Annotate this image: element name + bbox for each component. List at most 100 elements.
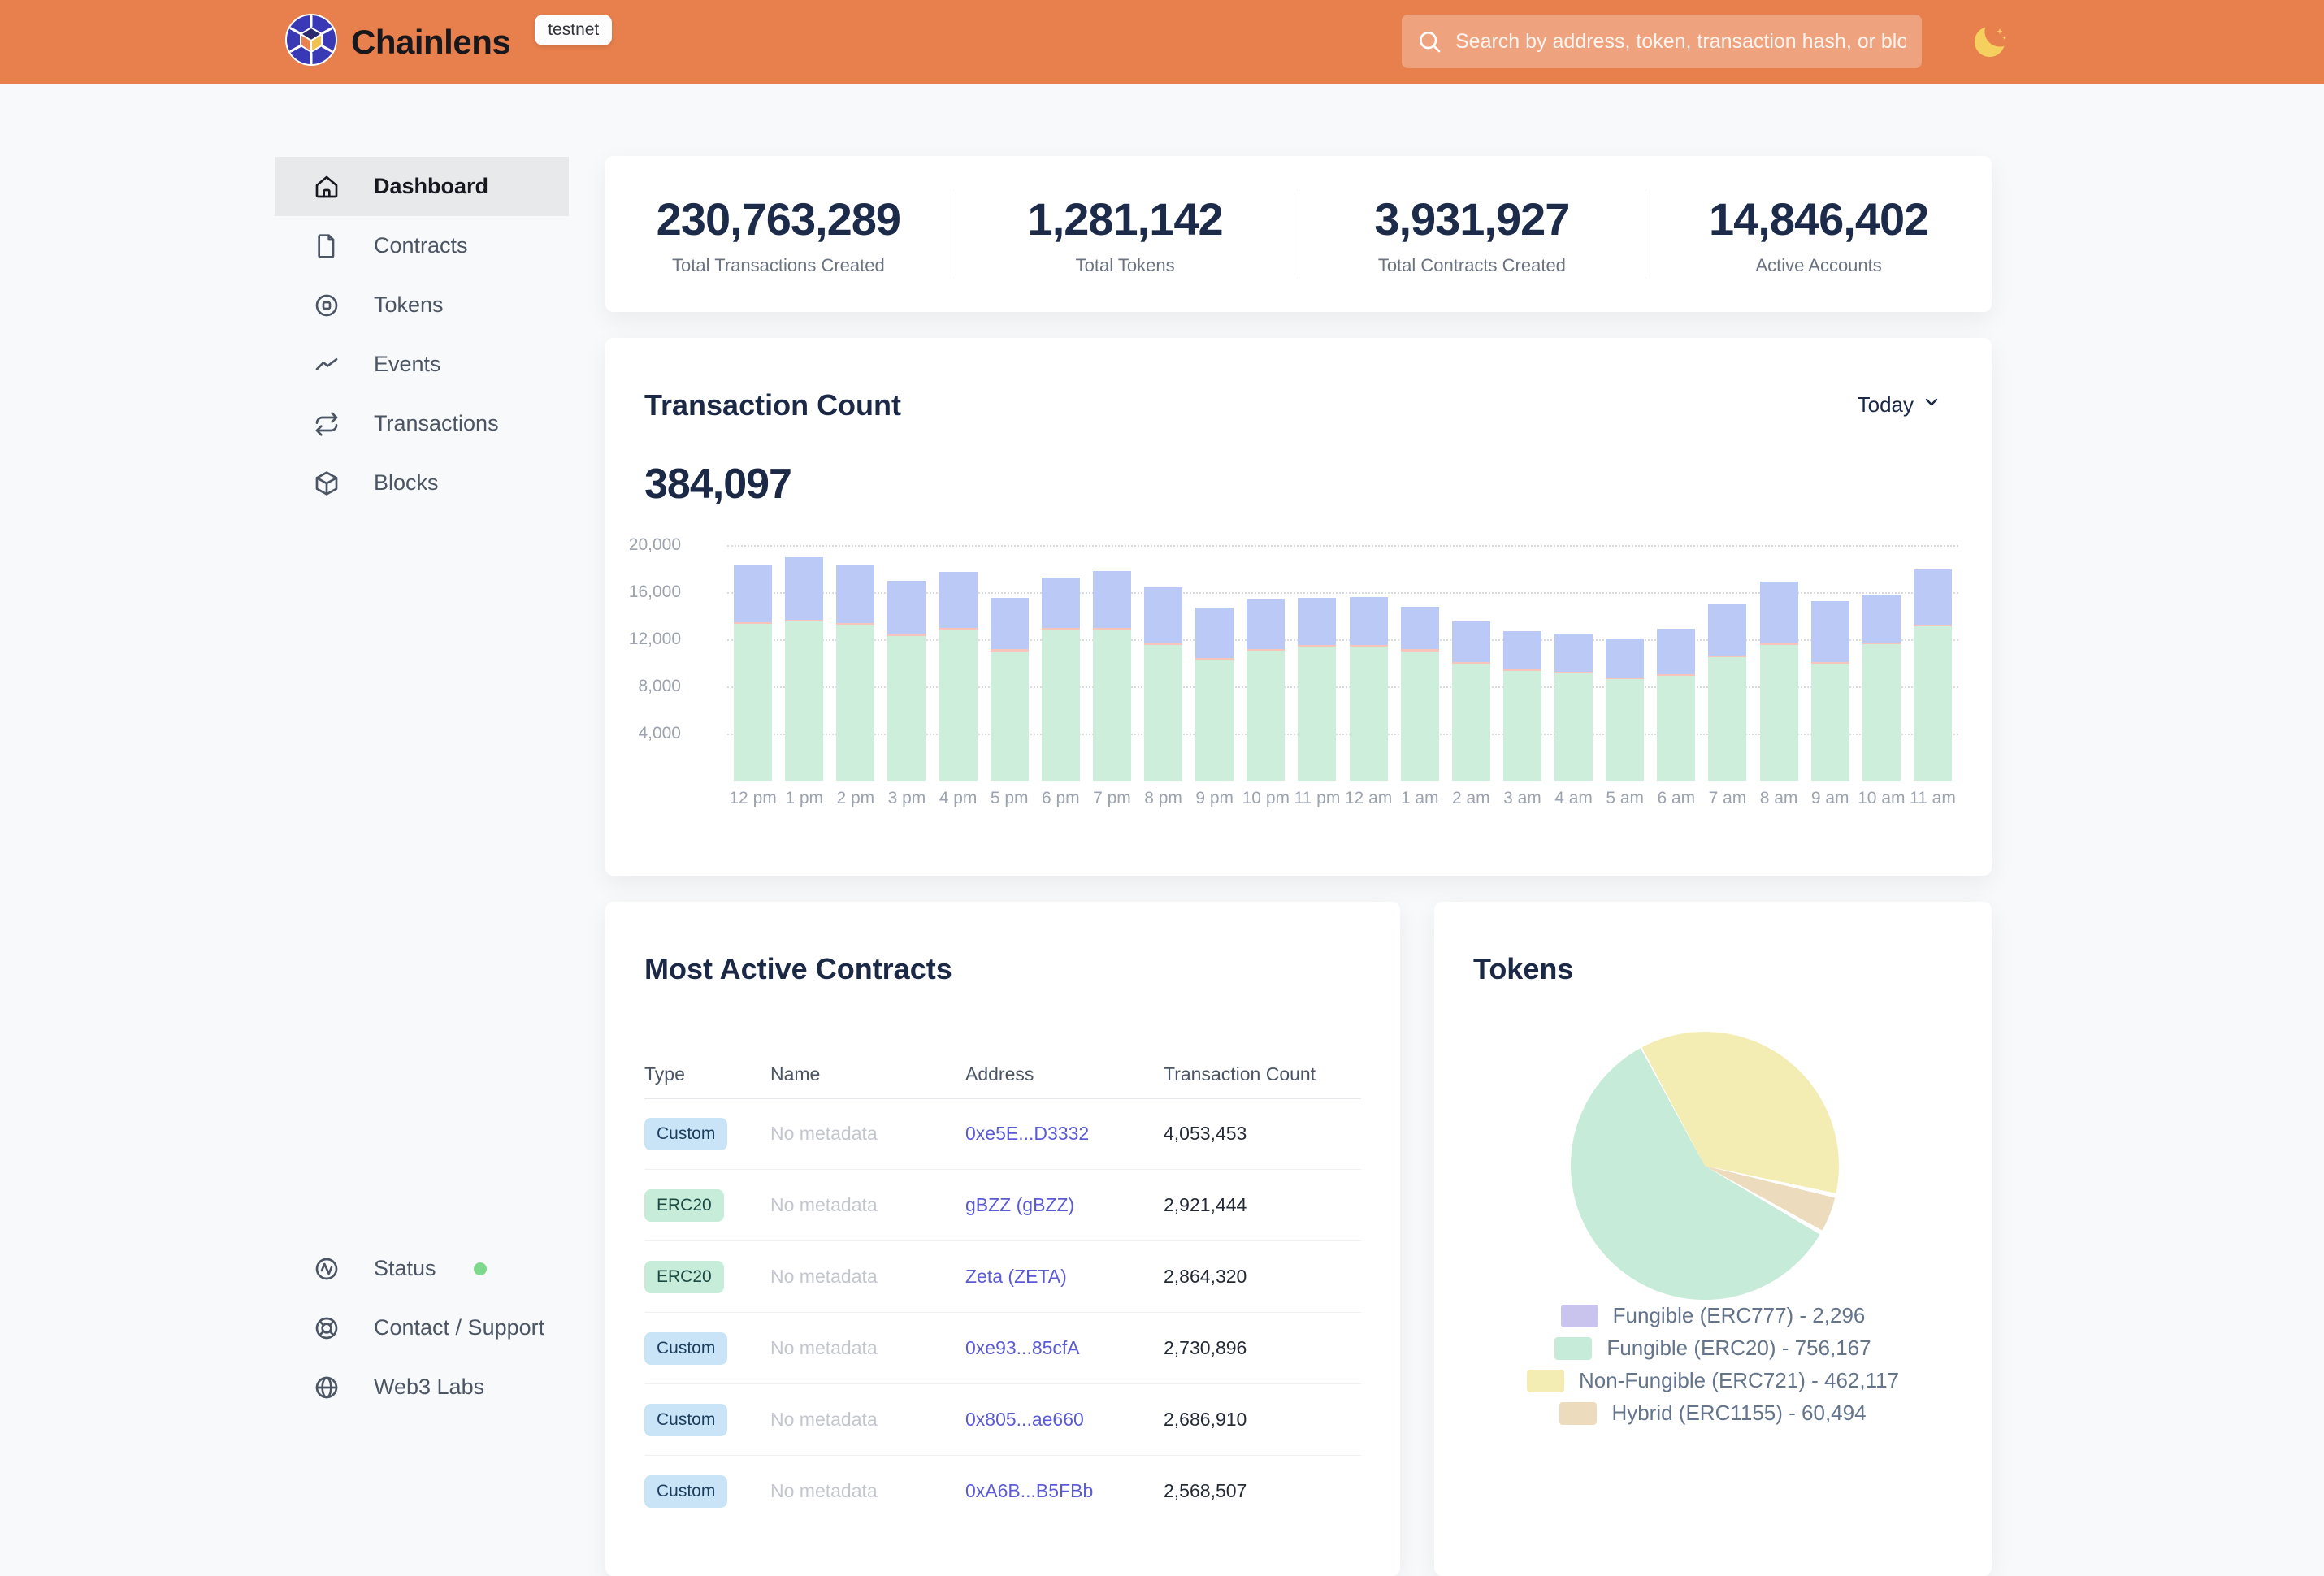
contract-address-link[interactable]: 0xA6B...B5FBb [965,1480,1093,1501]
stat-total-contracts-created: 3,931,927Total Contracts Created [1299,189,1645,279]
bar-segment-bottom-segment [836,625,874,781]
chevron-down-icon [1922,392,1941,418]
contract-address-link[interactable]: 0xe93...85cfA [965,1337,1080,1358]
stat-label: Total Transactions Created [605,255,952,276]
bar-9am [1811,601,1849,781]
stat-active-accounts: 14,846,402Active Accounts [1645,189,1992,279]
testnet-badge: testnet [535,15,612,45]
bar-segment-top-segment [1144,587,1182,643]
contract-name: No metadata [770,1409,965,1431]
token-icon [314,292,340,318]
tokens-legend: Fungible (ERC777) - 2,296 Fungible (ERC20… [1434,1303,1992,1426]
x-axis-tick: 12 pm [727,789,778,808]
legend-swatch [1561,1305,1598,1327]
bar-segment-bottom-segment [1298,647,1336,781]
bar-segment-bottom-segment [1247,651,1285,781]
x-axis-tick: 11 am [1907,789,1958,808]
legend-item-fungible-erc20-: Fungible (ERC20) - 756,167 [1434,1336,1992,1361]
bar-segment-bottom-segment [1606,679,1644,781]
bar-segment-bottom-segment [734,624,772,781]
legend-swatch [1554,1337,1592,1360]
bar-9pm [1195,608,1234,781]
bar-4am [1554,634,1593,781]
x-axis-tick: 3 pm [881,789,932,808]
x-axis-tick: 10 pm [1240,789,1291,808]
bar-segment-bottom-segment [1042,630,1080,781]
legend-swatch [1527,1370,1564,1392]
contract-name: No metadata [770,1194,965,1216]
activity-icon [314,1256,340,1282]
x-axis-tick: 5 am [1599,789,1650,808]
x-axis-tick: 9 am [1805,789,1856,808]
bar-10am [1862,595,1901,781]
transaction-count-value: 2,730,896 [1164,1337,1361,1359]
bar-segment-top-segment [734,565,772,622]
bar-6pm [1042,578,1080,781]
contract-address-link[interactable]: gBZZ (gBZZ) [965,1194,1074,1215]
repeat-icon [314,411,340,437]
type-badge: Custom [644,1404,727,1436]
x-axis-tick: 8 pm [1138,789,1189,808]
x-axis-tick: 10 am [1856,789,1907,808]
bar-segment-top-segment [785,557,823,621]
app-header: Chainlens testnet [0,0,2324,84]
search-input[interactable] [1402,15,1922,68]
bar-segment-bottom-segment [1144,645,1182,781]
x-axis-tick: 11 pm [1291,789,1342,808]
bar-2am [1452,621,1490,781]
brand-title: Chainlens [351,23,510,62]
bar-segment-top-segment [1657,629,1695,674]
most-active-contracts-card: Most Active Contracts TypeNameAddressTra… [605,902,1400,1576]
contract-address-link[interactable]: 0xe5E...D3332 [965,1123,1089,1144]
sidebar-item-label: Transactions [374,411,499,436]
table-row: CustomNo metadata0xe93...85cfA2,730,896 [644,1313,1361,1384]
contract-name: No metadata [770,1123,965,1145]
stat-value: 1,281,142 [952,193,1299,245]
type-badge: Custom [644,1118,727,1150]
y-axis-tick: 20,000 [583,535,681,555]
bar-5am [1606,639,1644,781]
contract-address-link[interactable]: 0x805...ae660 [965,1409,1084,1430]
sidebar-item-tokens[interactable]: Tokens [275,275,569,335]
moon-icon[interactable] [1968,21,2010,63]
tokens-card: Tokens Fungible (ERC777) - 2,296Fungible… [1434,902,1992,1576]
tokens-pie-chart [1571,1032,1839,1300]
search-icon [1416,28,1442,54]
sidebar-item-label: Contact / Support [374,1315,544,1340]
sidebar-item-dashboard[interactable]: Dashboard [275,157,569,216]
legend-item-fungible-erc777-: Fungible (ERC777) - 2,296 [1434,1303,1992,1328]
bar-8am [1760,582,1798,781]
x-axis-tick: 8 am [1754,789,1805,808]
lifebuoy-icon [314,1315,340,1341]
bar-segment-bottom-segment [1093,630,1131,781]
stat-value: 14,846,402 [1645,193,1992,245]
legend-swatch [1559,1402,1597,1425]
table-row: ERC20No metadatagBZZ (gBZZ)2,921,444 [644,1170,1361,1241]
x-axis-tick: 12 am [1343,789,1394,808]
sidebar-item-web3-labs[interactable]: Web3 Labs [275,1357,569,1417]
bar-segment-top-segment [1708,604,1746,656]
contract-address-link[interactable]: Zeta (ZETA) [965,1266,1067,1287]
bar-segment-top-segment [1093,571,1131,628]
sidebar-item-blocks[interactable]: Blocks [275,453,569,513]
sidebar-item-transactions[interactable]: Transactions [275,394,569,453]
sidebar-item-contact-support[interactable]: Contact / Support [275,1298,569,1357]
x-axis-tick: 1 am [1394,789,1446,808]
date-range-dropdown[interactable]: Today [1853,392,1946,418]
sidebar-item-events[interactable]: Events [275,335,569,394]
bar-segment-bottom-segment [991,652,1029,782]
sidebar-item-contracts[interactable]: Contracts [275,216,569,275]
bar-segment-bottom-segment [1914,626,1952,781]
sidebar-item-status[interactable]: Status [275,1239,569,1298]
bar-segment-bottom-segment [1708,657,1746,781]
bar-segment-top-segment [836,565,874,623]
legend-item-hybrid-erc1155-: Hybrid (ERC1155) - 60,494 [1434,1401,1992,1426]
table-row: CustomNo metadata0xe5E...D33324,053,453 [644,1098,1361,1170]
bar-segment-bottom-segment [1657,676,1695,781]
column-header-address: Address [965,1063,1164,1085]
column-header-transaction-count: Transaction Count [1164,1063,1361,1085]
chainlens-logo-icon [284,13,338,71]
file-icon [314,233,340,259]
bar-1am [1401,607,1439,781]
home-icon [314,174,340,200]
